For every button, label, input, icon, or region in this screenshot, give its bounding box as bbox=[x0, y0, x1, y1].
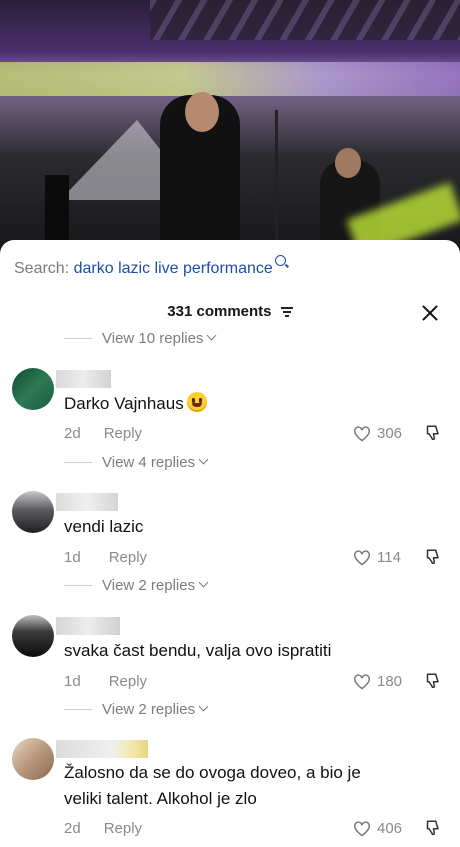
comment-age: 1d bbox=[64, 549, 81, 566]
camera-rig bbox=[45, 175, 69, 245]
chevron-down-icon bbox=[198, 454, 209, 465]
reply-button[interactable]: Reply bbox=[104, 820, 142, 837]
chevron-down-icon bbox=[198, 701, 209, 712]
search-suggestion[interactable]: Search: darko lazic live performance bbox=[14, 255, 286, 278]
like-button[interactable]: 306 bbox=[353, 425, 402, 442]
comment-meta: 1d Reply bbox=[64, 673, 147, 690]
avatar[interactable] bbox=[12, 368, 54, 410]
like-count: 406 bbox=[377, 820, 403, 837]
comment-text: svaka čast bendu, valja ovo ispratiti bbox=[64, 641, 332, 660]
dislike-icon[interactable] bbox=[423, 672, 441, 690]
blurred-username bbox=[56, 493, 118, 511]
comment-meta: 1d Reply bbox=[64, 549, 147, 566]
comment-meta: 2d Reply bbox=[64, 425, 142, 442]
comments-count-label: 331 comments bbox=[167, 303, 272, 320]
comment-age: 1d bbox=[64, 673, 81, 690]
reply-button[interactable]: Reply bbox=[104, 425, 142, 442]
dislike-icon[interactable] bbox=[423, 548, 441, 566]
comment-text: vendi lazic bbox=[64, 517, 144, 536]
heart-icon bbox=[354, 425, 370, 441]
like-count: 306 bbox=[377, 425, 403, 442]
reply-button[interactable]: Reply bbox=[109, 673, 147, 690]
video-frame[interactable] bbox=[0, 0, 460, 262]
avatar[interactable] bbox=[12, 738, 54, 780]
like-button[interactable]: 114 bbox=[353, 549, 401, 566]
avatar[interactable] bbox=[12, 615, 54, 657]
dislike-icon[interactable] bbox=[423, 424, 441, 442]
stage-truss bbox=[150, 0, 460, 40]
avatar[interactable] bbox=[12, 491, 54, 533]
blurred-username bbox=[56, 740, 148, 758]
comments-count: 331 comments bbox=[0, 303, 460, 320]
grinning-emoji-icon bbox=[186, 392, 207, 412]
guitarist-head bbox=[335, 148, 361, 178]
comment-text: Darko Vajnhaus bbox=[64, 391, 207, 417]
view-replies-button[interactable]: View 4 replies bbox=[64, 454, 209, 471]
search-query[interactable]: darko lazic live performance bbox=[74, 260, 273, 277]
like-button[interactable]: 180 bbox=[353, 673, 402, 690]
view-replies-button[interactable]: View 10 replies bbox=[64, 330, 217, 347]
view-replies-button[interactable]: View 2 replies bbox=[64, 577, 209, 594]
comment-meta: 2d Reply bbox=[64, 820, 142, 837]
search-icon bbox=[274, 255, 286, 266]
heart-icon bbox=[354, 820, 370, 836]
blurred-username bbox=[56, 617, 120, 635]
mic-stand bbox=[275, 110, 278, 250]
dislike-icon[interactable] bbox=[423, 819, 441, 837]
stage-light-band bbox=[0, 62, 460, 96]
heart-icon bbox=[354, 549, 370, 565]
like-count: 180 bbox=[377, 673, 403, 690]
comment-age: 2d bbox=[64, 425, 81, 442]
comment-age: 2d bbox=[64, 820, 81, 837]
reply-button[interactable]: Reply bbox=[109, 549, 147, 566]
like-count: 114 bbox=[377, 549, 401, 566]
like-button[interactable]: 406 bbox=[353, 820, 402, 837]
singer-head bbox=[185, 92, 219, 132]
filter-icon[interactable] bbox=[280, 307, 293, 317]
heart-icon bbox=[354, 673, 370, 689]
chevron-down-icon bbox=[207, 330, 217, 341]
search-label: Search: bbox=[14, 260, 70, 277]
comment-text: Žalosno da se do ovoga doveo, a bio je v… bbox=[64, 763, 361, 808]
close-icon[interactable] bbox=[417, 300, 443, 326]
chevron-down-icon bbox=[198, 577, 209, 588]
view-replies-button[interactable]: View 2 replies bbox=[64, 701, 209, 718]
blurred-username bbox=[56, 370, 111, 388]
